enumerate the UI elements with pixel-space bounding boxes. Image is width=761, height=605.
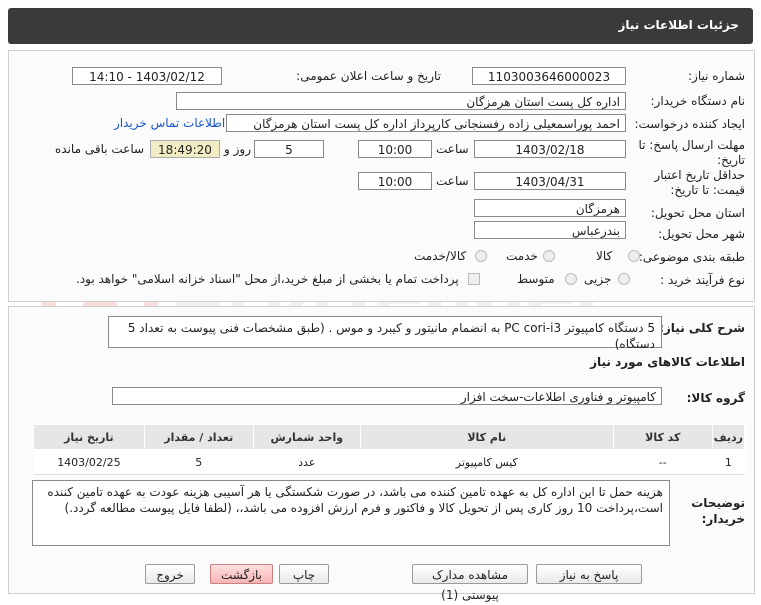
- remaining-time-label: ساعت باقی مانده: [55, 142, 145, 156]
- creator-field[interactable]: احمد پوراسمعیلی زاده رفسنجانی کارپرداز ا…: [226, 114, 626, 132]
- goods-group-label: گروه کالا:: [686, 391, 745, 405]
- process-option-minor: جزیی: [584, 272, 612, 286]
- validity-label-date: قیمت: تا تاریخ:: [670, 183, 745, 197]
- buyer-notes-text[interactable]: هزینه حمل تا این اداره کل به عهده تامین …: [32, 480, 670, 546]
- table-header-row: ردیف کد کالا نام کالا واحد شمارش تعداد /…: [33, 424, 746, 450]
- validity-time-field[interactable]: 10:00: [358, 172, 432, 190]
- category-option-goods-service: کالا/خدمت: [414, 249, 467, 263]
- category-radio-goods[interactable]: [628, 250, 640, 262]
- col-item-code: کد کالا: [612, 424, 713, 450]
- category-option-service: خدمت: [506, 249, 538, 263]
- announce-datetime-label: تاریخ و ساعت اعلان عمومی:: [296, 69, 441, 83]
- deadline-label: مهلت ارسال پاسخ: تا: [638, 138, 745, 152]
- col-unit: واحد شمارش: [252, 424, 361, 450]
- days-label: روز و: [224, 142, 251, 156]
- buyer-org-label: نام دستگاه خریدار:: [650, 94, 746, 108]
- remaining-time-field: 18:49:20: [150, 140, 220, 158]
- page-title: جزئیات اطلاعات نیاز: [618, 18, 739, 32]
- category-label: طبقه بندی موضوعی:: [638, 250, 745, 264]
- province-label: استان محل تحویل:: [650, 206, 745, 220]
- province-field[interactable]: هرمزگان: [474, 199, 626, 217]
- city-field[interactable]: بندرعباس: [474, 221, 626, 239]
- goods-section-title: اطلاعات کالاهای مورد نیاز: [590, 355, 745, 369]
- print-button[interactable]: چاپ: [279, 564, 329, 584]
- col-need-date: تاریخ نیاز: [33, 424, 145, 450]
- need-number-field[interactable]: 1103003646000023: [472, 67, 626, 85]
- city-label: شهر محل تحویل:: [658, 227, 745, 241]
- page-header: جزئیات اطلاعات نیاز: [8, 8, 753, 44]
- summary-text[interactable]: 5 دستگاه کامپیوتر PC cori-i3 به انضمام م…: [108, 316, 662, 351]
- col-item-name: نام کالا: [359, 424, 614, 450]
- goods-table: ردیف کد کالا نام کالا واحد شمارش تعداد /…: [33, 424, 746, 475]
- cell-item-code: --: [613, 449, 713, 475]
- creator-label: ایجاد کننده درخواست:: [634, 117, 745, 131]
- deadline-label-date: تاریخ:: [717, 153, 745, 167]
- cell-row-number: 1: [712, 449, 745, 475]
- category-radio-service[interactable]: [543, 250, 555, 262]
- back-button[interactable]: بازگشت: [210, 564, 273, 584]
- cell-unit: عدد: [253, 449, 361, 475]
- days-remaining-field[interactable]: 5: [254, 140, 324, 158]
- col-row-number: ردیف: [711, 424, 746, 450]
- cell-item-name: کیس کامپیوتر: [360, 449, 614, 475]
- validity-label: حداقل تاریخ اعتبار: [654, 168, 745, 182]
- deadline-time-label: ساعت: [436, 142, 469, 156]
- buyer-contact-link[interactable]: اطلاعات تماس خریدار: [114, 116, 225, 130]
- announce-datetime-field[interactable]: 1403/02/12 - 14:10: [72, 67, 222, 85]
- validity-time-label: ساعت: [436, 174, 469, 188]
- need-number-label: شماره نیاز:: [688, 69, 745, 83]
- process-radio-minor[interactable]: [618, 273, 630, 285]
- process-label: نوع فرآیند خرید :: [660, 273, 745, 287]
- exit-button[interactable]: خروج: [145, 564, 195, 584]
- cell-need-date: 1403/02/25: [33, 449, 145, 475]
- reply-button[interactable]: پاسخ به نیاز: [536, 564, 642, 584]
- treasury-payment-checkbox[interactable]: [468, 273, 480, 285]
- col-quantity: تعداد / مقدار: [143, 424, 254, 450]
- process-radio-medium[interactable]: [565, 273, 577, 285]
- table-row[interactable]: 1 -- کیس کامپیوتر عدد 5 1403/02/25: [33, 449, 745, 475]
- category-option-goods: کالا: [596, 249, 613, 263]
- deadline-date-field[interactable]: 1403/02/18: [474, 140, 626, 158]
- summary-label: شرح کلی نیاز:: [659, 321, 745, 335]
- validity-date-field[interactable]: 1403/04/31: [474, 172, 626, 190]
- category-radio-goods-service[interactable]: [475, 250, 487, 262]
- goods-group-field[interactable]: کامپیوتر و فناوری اطلاعات-سخت افزار: [112, 387, 662, 405]
- buyer-org-field[interactable]: اداره کل پست استان هرمزگان: [176, 92, 626, 110]
- process-option-medium: متوسط: [517, 272, 555, 286]
- treasury-payment-note: پرداخت تمام یا بخشی از مبلغ خرید،از محل …: [76, 272, 459, 286]
- view-attachments-button[interactable]: مشاهده مدارک پیوستی (1): [412, 564, 528, 602]
- buyer-notes-label-2: خریدار:: [701, 512, 745, 526]
- buyer-notes-label: توضیحات: [691, 496, 745, 510]
- cell-quantity: 5: [144, 449, 254, 475]
- deadline-time-field[interactable]: 10:00: [358, 140, 432, 158]
